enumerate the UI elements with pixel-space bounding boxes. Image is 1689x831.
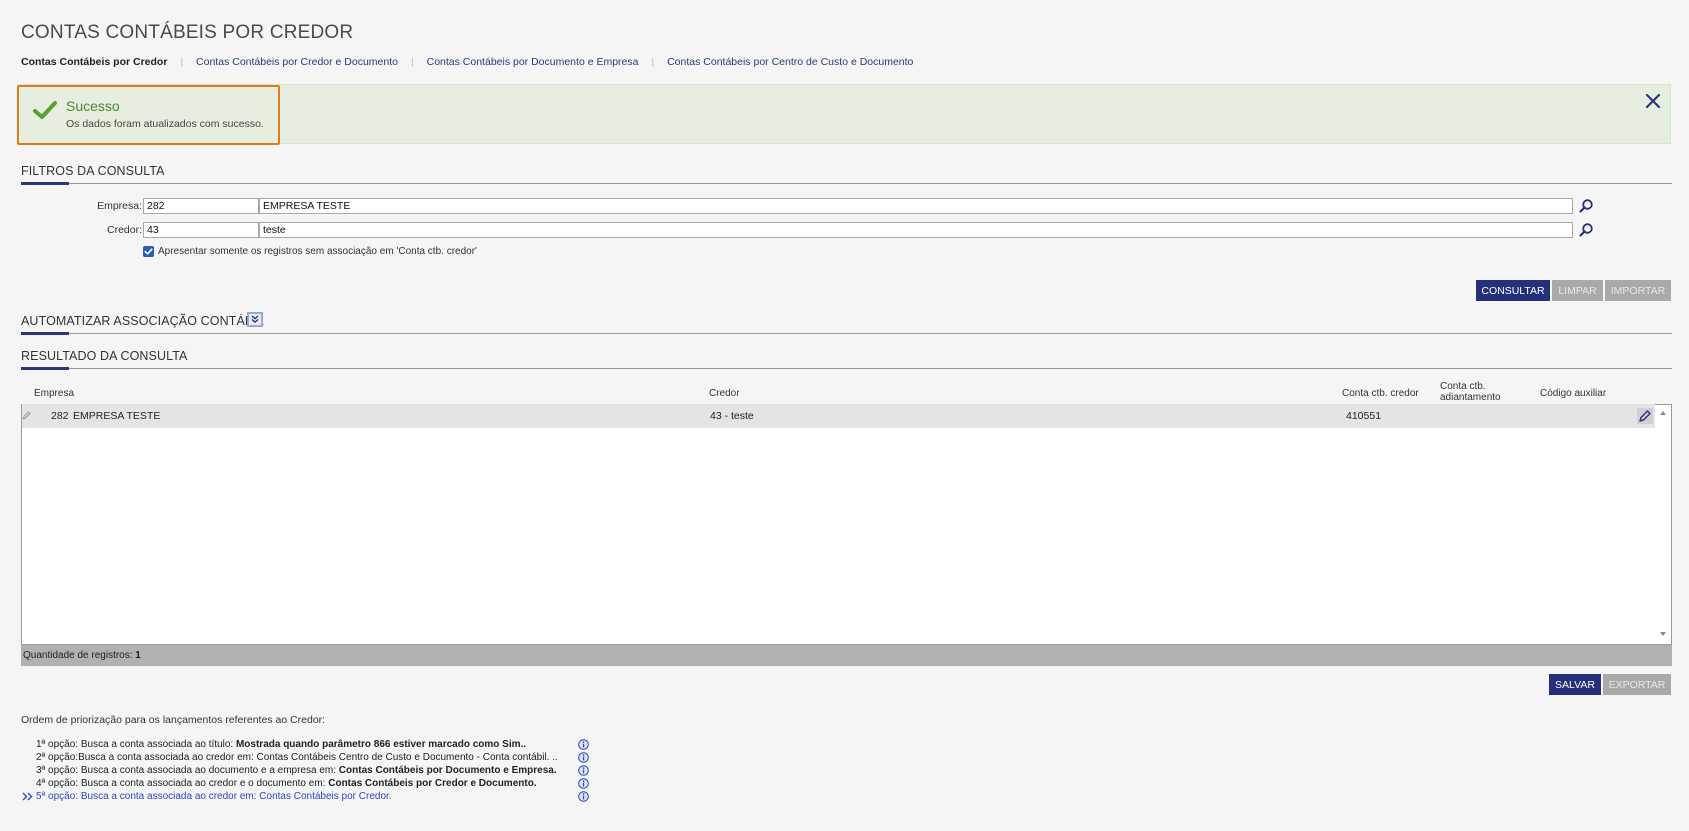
exportar-button[interactable]: EXPORTAR	[1603, 674, 1671, 695]
priority-text: Busca a conta associada ao credor em: Co…	[78, 791, 392, 802]
record-count-value: 1	[135, 650, 141, 661]
priority-prefix: 2ª opção:	[36, 752, 79, 763]
record-count: Quantidade de registros: 1	[23, 650, 141, 661]
section-divider	[21, 368, 1672, 369]
section-accent	[21, 182, 69, 185]
priority-bold: Mostrada quando parâmetro 866 estiver ma…	[235, 739, 527, 750]
priority-prefix: 4ª opção:	[36, 778, 79, 789]
priority-text: Busca a conta associada ao título:	[78, 739, 236, 750]
empresa-label: Empresa:	[97, 200, 142, 212]
priority-item-2: 2ª opção:Busca a conta associada ao cred…	[36, 752, 558, 763]
page-title: CONTAS CONTÁBEIS POR CREDOR	[21, 22, 354, 43]
record-count-label: Quantidade de registros:	[23, 650, 133, 661]
expand-chevron-icon[interactable]	[247, 312, 263, 327]
section-accent	[21, 367, 69, 370]
automatizar-section-title: AUTOMATIZAR ASSOCIAÇÃO CONTÁBIL	[21, 314, 264, 328]
priority-prefix: 3ª opção:	[36, 765, 79, 776]
sem-associacao-label: Apresentar somente os registros sem asso…	[158, 246, 477, 257]
priority-bold: Contas Contábeis por Documento e Empresa…	[338, 765, 557, 776]
tab-separator: |	[411, 56, 414, 68]
section-divider	[21, 183, 1672, 184]
scroll-down-icon[interactable]	[1658, 629, 1668, 639]
empresa-name-input[interactable]	[259, 198, 1573, 214]
results-grid	[21, 404, 1672, 645]
limpar-button[interactable]: LIMPAR	[1552, 280, 1603, 301]
priority-title: Ordem de priorização para os lançamentos…	[21, 714, 326, 726]
row-empresa-code: 282	[51, 410, 69, 422]
empresa-code-input[interactable]	[143, 198, 259, 214]
priority-item-1: 1ª opção: Busca a conta associada ao tít…	[36, 739, 526, 750]
priority-text: Busca a conta associada ao documento e a…	[78, 765, 339, 776]
column-header-conta-credor[interactable]: Conta ctb. credor	[1342, 388, 1419, 399]
alert-message: Os dados foram atualizados com sucesso.	[66, 118, 264, 130]
column-header-codigo-auxiliar[interactable]: Código auxiliar	[1540, 388, 1606, 399]
info-icon[interactable]	[578, 765, 589, 776]
row-credor: 43 - teste	[710, 410, 754, 422]
row-conta-credor: 410551	[1346, 410, 1382, 422]
column-header-empresa[interactable]: Empresa	[34, 388, 74, 399]
row-empresa-name: EMPRESA TESTE	[73, 410, 161, 422]
tab-separator: |	[651, 56, 655, 68]
section-accent	[21, 332, 69, 335]
priority-item-3: 3ª opção: Busca a conta associada ao doc…	[36, 765, 557, 776]
tab-contas-por-documento-empresa[interactable]: Contas Contábeis por Documento e Empresa	[427, 56, 639, 68]
current-option-chevron-icon	[22, 792, 33, 801]
tab-contas-por-credor[interactable]: Contas Contábeis por Credor	[21, 56, 167, 68]
tab-contas-por-credor-documento[interactable]: Contas Contábeis por Credor e Documento	[196, 56, 398, 68]
priority-text: Busca a conta associada ao credor e o do…	[78, 778, 329, 789]
priority-text: Busca a conta associada ao credor em: Co…	[78, 752, 558, 763]
table-row[interactable]	[22, 404, 1655, 428]
salvar-button[interactable]: SALVAR	[1549, 674, 1601, 695]
credor-search-icon[interactable]	[1578, 222, 1594, 238]
priority-bold: Contas Contábeis por Credor e Documento.	[328, 778, 537, 789]
priority-item-5: 5ª opção: Busca a conta associada ao cre…	[36, 791, 392, 802]
tab-contas-por-centro-custo-documento[interactable]: Contas Contábeis por Centro de Custo e D…	[667, 56, 913, 68]
info-icon[interactable]	[578, 739, 589, 750]
info-icon[interactable]	[578, 778, 589, 789]
check-icon	[33, 101, 57, 119]
scroll-up-icon[interactable]	[1658, 408, 1668, 418]
priority-item-4: 4ª opção: Busca a conta associada ao cre…	[36, 778, 537, 789]
priority-prefix: 1ª opção:	[36, 739, 79, 750]
info-icon[interactable]	[578, 752, 589, 763]
credor-label: Credor:	[106, 224, 142, 236]
credor-code-input[interactable]	[143, 222, 259, 238]
edit-pencil-icon[interactable]	[1637, 408, 1653, 424]
tab-bar: Contas Contábeis por Credor | Contas Con…	[21, 55, 913, 69]
column-header-credor[interactable]: Credor	[709, 388, 740, 399]
alert-title: Sucesso	[66, 98, 120, 114]
consultar-button[interactable]: CONSULTAR	[1476, 280, 1550, 301]
credor-name-input[interactable]	[259, 222, 1573, 238]
row-edit-indicator-icon	[22, 411, 31, 420]
empresa-search-icon[interactable]	[1578, 198, 1594, 214]
column-header-conta-adiantamento[interactable]: Conta ctb. adiantamento	[1440, 381, 1520, 403]
section-divider	[21, 333, 1672, 334]
info-icon[interactable]	[578, 791, 589, 802]
results-section-title: RESULTADO DA CONSULTA	[21, 349, 188, 363]
grid-footer	[21, 645, 1672, 666]
sem-associacao-checkbox[interactable]	[143, 246, 154, 257]
filters-section-title: FILTROS DA CONSULTA	[21, 164, 165, 178]
priority-prefix: 5ª opção:	[36, 791, 79, 802]
importar-button[interactable]: IMPORTAR	[1605, 280, 1671, 301]
close-icon[interactable]	[1644, 92, 1662, 110]
tab-separator: |	[180, 56, 184, 68]
